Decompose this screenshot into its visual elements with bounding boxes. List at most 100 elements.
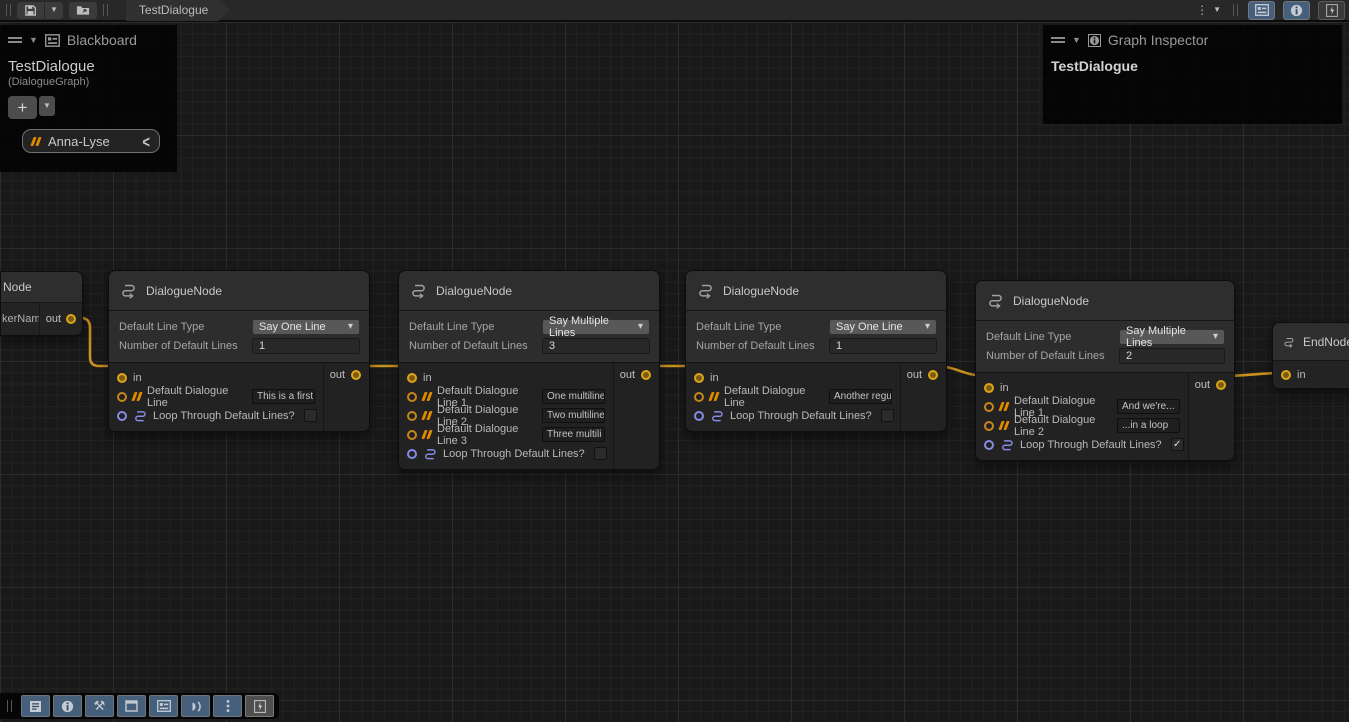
line-value-field[interactable]: Three multili <box>542 427 605 442</box>
output-port-icon[interactable] <box>351 370 361 380</box>
output-port-icon[interactable] <box>1216 380 1226 390</box>
breadcrumb-tab-testdialogue[interactable]: TestDialogue <box>126 0 230 21</box>
start-node-header[interactable]: Node <box>1 272 82 303</box>
toolbar-more-button[interactable]: ⋮ ▼ <box>1190 4 1227 16</box>
out-port-row: out <box>620 369 651 381</box>
add-property-button[interactable]: + <box>8 96 37 119</box>
output-ports: out <box>900 363 946 431</box>
line-port-row: Default Dialogue Line 3 Three multili <box>407 425 613 444</box>
add-property-dropdown-button[interactable]: ▼ <box>39 96 55 116</box>
blackboard-toggle-button[interactable] <box>1248 1 1275 20</box>
node-header[interactable]: DialogueNode <box>109 271 369 311</box>
dialogue-node-1[interactable]: DialogueNode Default Line Type Say One L… <box>108 270 370 432</box>
line-value-field[interactable]: ...in a loop <box>1117 418 1180 433</box>
line-type-label: Default Line Type <box>409 321 542 333</box>
bool-port-icon[interactable] <box>407 449 417 459</box>
bolt-button[interactable] <box>245 695 274 717</box>
in-port-label: in <box>1297 369 1306 381</box>
line-value-field[interactable]: And we're... <box>1117 399 1180 414</box>
window-button[interactable] <box>117 695 146 717</box>
output-port-icon[interactable] <box>66 314 76 324</box>
line-value-field[interactable]: Another regu <box>829 389 892 404</box>
count-label: Number of Default Lines <box>409 340 542 352</box>
string-port-icon[interactable] <box>407 430 417 440</box>
end-node-header[interactable]: EndNode <box>1273 323 1349 361</box>
dialogue-node-3[interactable]: DialogueNode Default Line Type Say One L… <box>685 270 947 432</box>
count-value: 1 <box>259 340 265 352</box>
collapse-icon[interactable]: ▼ <box>1072 35 1081 45</box>
line-value-field[interactable]: Two multiline <box>542 408 605 423</box>
line-value-field[interactable]: This is a first <box>252 389 315 404</box>
bolt-toggle-button[interactable] <box>1318 1 1345 20</box>
bool-port-icon[interactable] <box>984 440 994 450</box>
chevron-left-icon[interactable]: < <box>142 131 150 151</box>
node-header[interactable]: DialogueNode <box>686 271 946 311</box>
blackboard-button[interactable] <box>149 695 178 717</box>
console-button[interactable] <box>21 695 50 717</box>
start-node[interactable]: Node kerName out <box>0 271 83 336</box>
string-port-icon[interactable] <box>984 421 994 431</box>
line-type-label: Default Line Type <box>696 321 829 333</box>
out-port-label: out <box>46 313 61 325</box>
node-header[interactable]: DialogueNode <box>976 281 1234 321</box>
hamburger-icon[interactable] <box>1051 37 1065 43</box>
input-port-icon[interactable] <box>694 373 704 383</box>
out-port-row: out <box>907 369 938 381</box>
input-port-icon[interactable] <box>984 383 994 393</box>
node-title: EndNode <box>1303 335 1349 349</box>
output-port-icon[interactable] <box>928 370 938 380</box>
count-field[interactable]: 2 <box>1119 348 1225 364</box>
line-type-dropdown[interactable]: Say Multiple Lines <box>542 319 650 335</box>
count-field[interactable]: 1 <box>252 338 360 354</box>
loop-checkbox[interactable]: ✓ <box>1171 438 1184 451</box>
end-node[interactable]: EndNode in <box>1272 322 1349 389</box>
line-type-label: Default Line Type <box>986 331 1119 343</box>
input-port-icon[interactable] <box>407 373 417 383</box>
collapse-icon[interactable]: ▼ <box>29 35 38 45</box>
property-row: Default Line Type Say One Line <box>696 317 937 336</box>
toolbar-drag-handle[interactable] <box>7 700 12 712</box>
graph-inspector-header[interactable]: ▼ Graph Inspector <box>1043 25 1342 52</box>
string-port-icon[interactable] <box>694 392 704 402</box>
save-dropdown-button[interactable]: ▼ <box>45 2 63 19</box>
hamburger-icon[interactable] <box>8 37 22 43</box>
line-type-dropdown[interactable]: Say Multiple Lines <box>1119 329 1225 345</box>
dialogue-node-2[interactable]: DialogueNode Default Line Type Say Multi… <box>398 270 660 470</box>
open-folder-icon <box>76 4 90 16</box>
count-field[interactable]: 3 <box>542 338 650 354</box>
output-port-icon[interactable] <box>641 370 651 380</box>
string-port-icon[interactable] <box>407 392 417 402</box>
blackboard-icon <box>1255 4 1269 16</box>
count-field[interactable]: 1 <box>829 338 937 354</box>
graph-inspector-button[interactable] <box>53 695 82 717</box>
save-button[interactable] <box>17 2 44 19</box>
toolbar-drag-handle[interactable] <box>6 4 11 16</box>
input-port-icon[interactable] <box>1281 370 1291 380</box>
line-value-field[interactable]: One multiline <box>542 389 605 404</box>
string-port-icon[interactable] <box>984 402 994 412</box>
line-type-dropdown[interactable]: Say One Line <box>829 319 937 335</box>
start-node-out-port[interactable]: out <box>39 303 82 335</box>
loop-checkbox[interactable] <box>304 409 317 422</box>
dialogue-preview-button[interactable] <box>181 695 210 717</box>
line-label: Default Dialogue Line 2 <box>1014 414 1111 438</box>
loop-checkbox[interactable] <box>594 447 607 460</box>
line-type-dropdown[interactable]: Say One Line <box>252 319 360 335</box>
bool-port-icon[interactable] <box>117 411 127 421</box>
graph-inspector-toggle-button[interactable] <box>1283 1 1310 20</box>
input-port-icon[interactable] <box>117 373 127 383</box>
blackboard-header[interactable]: ▼ Blackboard <box>0 25 177 52</box>
line-port-row: Default Dialogue Line 2 ...in a loop <box>984 416 1188 435</box>
graph-inspector-graph-name: TestDialogue <box>1051 58 1342 74</box>
dialogue-node-4[interactable]: DialogueNode Default Line Type Say Multi… <box>975 280 1235 461</box>
more-button[interactable] <box>213 695 242 717</box>
string-port-icon[interactable] <box>117 392 127 402</box>
loop-checkbox[interactable] <box>881 409 894 422</box>
tools-button[interactable]: ⚒ <box>85 695 114 717</box>
graph-inspector-panel: ▼ Graph Inspector TestDialogue <box>1043 25 1342 124</box>
open-graph-button[interactable] <box>69 2 97 19</box>
string-port-icon[interactable] <box>407 411 417 421</box>
bool-port-icon[interactable] <box>694 411 704 421</box>
node-header[interactable]: DialogueNode <box>399 271 659 311</box>
blackboard-item-anna-lyse[interactable]: Anna-Lyse < <box>22 129 160 153</box>
